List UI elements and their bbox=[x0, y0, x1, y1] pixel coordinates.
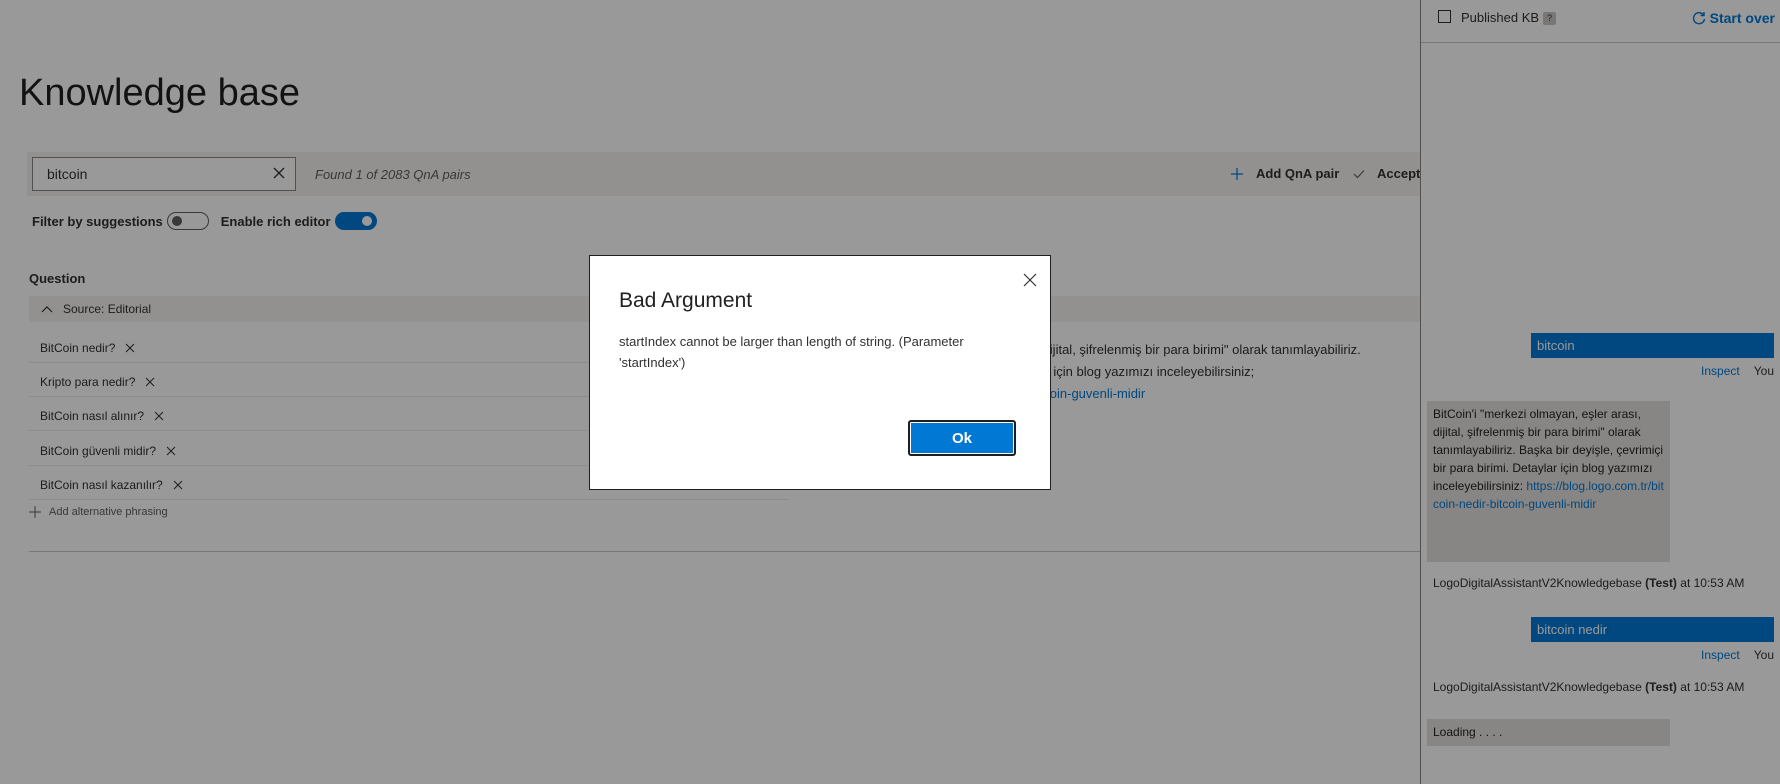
error-dialog: Bad Argument startIndex cannot be larger… bbox=[589, 255, 1051, 490]
close-icon[interactable] bbox=[1022, 272, 1038, 288]
ok-button[interactable]: Ok bbox=[908, 420, 1016, 456]
dialog-title: Bad Argument bbox=[619, 289, 753, 312]
dialog-message: startIndex cannot be larger than length … bbox=[619, 334, 964, 370]
